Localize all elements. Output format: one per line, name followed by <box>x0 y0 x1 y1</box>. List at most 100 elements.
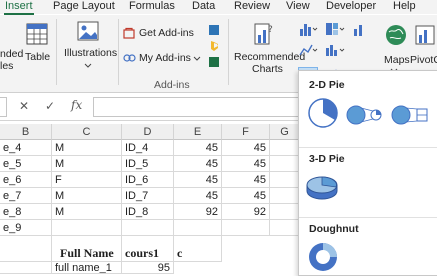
cell[interactable]: F <box>52 172 122 188</box>
column-header-c[interactable]: C <box>52 124 122 140</box>
column-header-b[interactable]: B <box>0 124 52 140</box>
recommended-pivot-partial-label[interactable]: nded <box>0 48 23 60</box>
cell[interactable]: ID_5 <box>122 156 174 172</box>
cell[interactable]: 92 <box>174 204 222 220</box>
tab-page-layout[interactable]: Page Layout <box>53 0 115 14</box>
chevron-down-icon <box>84 63 92 68</box>
cell[interactable]: ID_7 <box>122 188 174 204</box>
cell[interactable]: e_6 <box>0 172 52 188</box>
addins-icon <box>123 54 136 62</box>
table-icon <box>26 23 48 45</box>
tab-formulas[interactable]: Formulas <box>129 0 175 14</box>
group-separator <box>118 19 119 85</box>
header-full-name[interactable]: Full Name <box>52 236 122 262</box>
cell[interactable]: M <box>52 204 122 220</box>
get-addins-button[interactable]: Get Add-ins <box>123 27 195 41</box>
doughnut-icon <box>309 243 337 271</box>
enter-icon[interactable]: ✓ <box>45 99 55 113</box>
cell[interactable]: 45 <box>174 156 222 172</box>
people-graph-button[interactable] <box>208 56 220 68</box>
illustrations-icon <box>77 21 99 41</box>
recommended-charts-label-2: Charts <box>252 63 283 75</box>
pie-of-pie-option[interactable] <box>346 105 384 125</box>
table-button[interactable]: Table <box>24 21 50 69</box>
cell[interactable]: ID_8 <box>122 204 174 220</box>
visio-button[interactable] <box>208 24 220 36</box>
my-addins-button[interactable]: My Add-ins <box>123 52 201 66</box>
formula-input[interactable] <box>93 97 305 117</box>
cell[interactable]: 45 <box>222 172 270 188</box>
cell[interactable]: 45 <box>222 188 270 204</box>
cell[interactable]: 45 <box>174 188 222 204</box>
tab-help[interactable]: Help <box>393 0 416 14</box>
svg-text:?: ? <box>268 25 273 35</box>
cell[interactable]: 45 <box>222 156 270 172</box>
column-header-d[interactable]: D <box>122 124 174 140</box>
header-next-column[interactable]: c <box>174 236 222 262</box>
cell[interactable] <box>0 262 52 274</box>
3d-pie-option[interactable] <box>305 171 339 201</box>
maps-button[interactable]: Maps <box>380 19 410 75</box>
cell[interactable]: M <box>52 156 122 172</box>
column-chart-icon <box>300 24 318 36</box>
cell[interactable] <box>122 220 174 236</box>
recommended-pivot-partial-label-2[interactable]: les <box>0 60 13 72</box>
cell[interactable] <box>270 156 300 172</box>
cell[interactable] <box>270 188 300 204</box>
cell[interactable]: M <box>52 188 122 204</box>
cell[interactable] <box>270 172 300 188</box>
combo-chart-button[interactable] <box>352 21 366 37</box>
pie-option[interactable] <box>307 97 339 129</box>
column-header-f[interactable]: F <box>222 124 270 140</box>
cancel-icon[interactable]: ✕ <box>19 99 29 113</box>
cell[interactable]: ID_6 <box>122 172 174 188</box>
tab-review[interactable]: Review <box>234 0 270 14</box>
cell-full-name[interactable]: full name_1 <box>52 262 122 274</box>
cell[interactable] <box>270 204 300 220</box>
cell[interactable]: ID_4 <box>122 140 174 156</box>
recommended-charts-button[interactable]: ? Recommended Charts <box>232 19 305 79</box>
cell[interactable] <box>222 220 270 236</box>
cell[interactable] <box>270 140 300 156</box>
header-cours1[interactable]: cours1 <box>122 236 174 262</box>
cell[interactable]: 45 <box>174 140 222 156</box>
tab-developer[interactable]: Developer <box>326 0 376 14</box>
pivotchart-button[interactable]: PivotC <box>410 19 437 75</box>
insert-function-icon[interactable]: fx <box>71 98 82 112</box>
table-label: Table <box>25 51 51 63</box>
statistic-chart-button[interactable] <box>324 42 346 58</box>
cell[interactable] <box>270 220 300 236</box>
cell[interactable]: e_7 <box>0 188 52 204</box>
illustrations-button[interactable]: Illustrations <box>62 19 118 77</box>
cell[interactable]: e_9 <box>0 220 52 236</box>
cell[interactable] <box>174 220 222 236</box>
bing-maps-button[interactable] <box>208 40 220 52</box>
tab-view[interactable]: View <box>286 0 310 14</box>
column-header-g[interactable]: G <box>270 124 300 140</box>
tab-data[interactable]: Data <box>192 0 215 14</box>
ribbon-tab-bar: Insert Page Layout Formulas Data Review … <box>0 0 437 15</box>
hierarchy-chart-button[interactable] <box>324 21 346 37</box>
cell[interactable]: M <box>52 140 122 156</box>
cell[interactable]: e_8 <box>0 204 52 220</box>
cell[interactable] <box>52 220 122 236</box>
statistic-chart-icon <box>326 45 345 56</box>
group-separator <box>228 19 229 85</box>
column-header-e[interactable]: E <box>174 124 222 140</box>
illustrations-label: Illustrations <box>64 47 118 59</box>
cell[interactable]: 45 <box>174 172 222 188</box>
bing-icon <box>211 41 218 51</box>
cell[interactable]: 92 <box>222 204 270 220</box>
column-chart-button[interactable] <box>298 21 320 37</box>
doughnut-option[interactable] <box>307 241 339 273</box>
cell[interactable]: e_4 <box>0 140 52 156</box>
cell[interactable]: 45 <box>222 140 270 156</box>
cell[interactable]: e_5 <box>0 156 52 172</box>
cell-cours1[interactable]: 95 <box>122 262 174 274</box>
name-box[interactable] <box>0 97 7 117</box>
tab-insert[interactable]: Insert <box>5 0 33 14</box>
bar-of-pie-option[interactable] <box>391 105 431 125</box>
line-chart-button[interactable] <box>298 42 320 58</box>
hierarchy-chart-icon <box>326 23 345 35</box>
cell[interactable] <box>0 236 52 262</box>
